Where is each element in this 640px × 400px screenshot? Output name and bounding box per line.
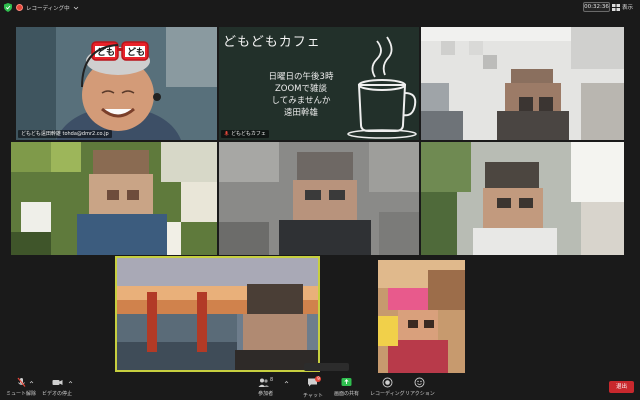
audio-options-caret-icon[interactable] xyxy=(29,380,34,385)
participants-label: 参加者 xyxy=(258,391,274,397)
shield-icon[interactable] xyxy=(4,3,12,12)
host-video-frame xyxy=(16,27,217,140)
blurred-video xyxy=(11,142,217,255)
video-camera-icon xyxy=(52,380,62,385)
stop-video-label: ビデオの停止 xyxy=(42,391,73,397)
chalk-line: 日曜日の午後3時 xyxy=(268,72,334,82)
blurred-video xyxy=(219,142,419,255)
chalkboard-text: 日曜日の午後3時 ZOOMで雑談 してみませんか 遠田幹雄 xyxy=(245,71,357,119)
video-tile-participant-3[interactable] xyxy=(421,27,624,140)
record-icon xyxy=(382,377,393,388)
glasses-text-right: ども xyxy=(127,48,146,58)
video-tile-cafe-board[interactable]: どもどもカフェ 日曜日の午後3時 ZOOMで雑談 してみませんか 遠田幹雄 ども… xyxy=(219,27,419,140)
meeting-timer: 00:32:36 xyxy=(583,2,610,12)
chat-label: チャット xyxy=(303,393,323,399)
record-label: レコーディング xyxy=(370,391,405,397)
view-label: 表示 xyxy=(622,5,634,11)
recording-indicator[interactable]: レコーディング中 xyxy=(16,3,79,12)
video-options-caret-icon[interactable] xyxy=(68,380,73,385)
record-button[interactable]: レコーディング xyxy=(370,377,405,397)
gallery-page-handle[interactable] xyxy=(304,363,349,371)
participants-caret-icon[interactable] xyxy=(284,380,289,385)
blurred-video xyxy=(421,27,624,140)
leave-meeting-button[interactable]: 退出 xyxy=(609,381,634,393)
top-bar: レコーディング中 00:32:36 表示 xyxy=(0,0,640,15)
unmute-label: ミュート解除 xyxy=(6,391,37,397)
chat-button[interactable]: 9 チャット xyxy=(303,376,323,399)
participant-name-bar: どもどもカフェ xyxy=(221,130,269,138)
participants-count: 8 xyxy=(270,377,274,383)
video-tile-participant-8[interactable] xyxy=(378,260,465,373)
video-tile-participant-5[interactable] xyxy=(219,142,419,255)
video-tile-host[interactable]: ども ども どもども遠田幹雄 tohda@dmr2.co.jp xyxy=(16,27,217,140)
blurred-video xyxy=(378,260,465,373)
view-button[interactable]: 表示 xyxy=(612,2,633,12)
chevron-down-icon[interactable] xyxy=(73,5,79,11)
chalk-line: 遠田幹雄 xyxy=(283,108,318,118)
glasses-text-left: ども xyxy=(97,48,116,58)
record-dot-icon xyxy=(16,4,23,11)
participants-button[interactable]: 8 参加者 xyxy=(258,377,273,397)
video-tile-participant-4[interactable] xyxy=(11,142,217,255)
grid-view-icon xyxy=(612,3,620,11)
participant-name: どもどもカフェ xyxy=(231,131,266,137)
blurred-video xyxy=(421,142,624,255)
share-screen-button[interactable]: 画面の共有 xyxy=(334,377,359,397)
participants-icon xyxy=(258,378,269,387)
recording-label: レコーディング中 xyxy=(26,5,70,12)
chalkboard-title: どもどもカフェ xyxy=(223,35,321,50)
video-tile-active-speaker[interactable] xyxy=(115,256,320,372)
share-screen-icon xyxy=(341,378,352,386)
smiley-icon xyxy=(414,377,425,388)
video-tile-participant-6[interactable] xyxy=(421,142,624,255)
mic-muted-icon xyxy=(224,131,229,136)
participant-name: どもども遠田幹雄 tohda@dmr2.co.jp xyxy=(21,131,109,137)
blurred-video xyxy=(117,258,318,370)
chalk-line: してみませんか xyxy=(271,96,331,106)
reactions-button[interactable]: リアクション xyxy=(405,377,435,397)
share-screen-label: 画面の共有 xyxy=(334,391,360,397)
chalk-line: ZOOMで雑談 xyxy=(274,84,328,94)
participant-name-bar: どもども遠田幹雄 tohda@dmr2.co.jp xyxy=(18,130,112,138)
meeting-toolbar: ミュート解除 ビデオの停止 8 参加者 9 チャット 画面の共有 レコーディング… xyxy=(0,376,640,400)
chat-unread-badge: 9 xyxy=(315,376,322,382)
zoom-meeting-window: レコーディング中 00:32:36 表示 ども ども どもども遠田幹雄 tohd… xyxy=(0,0,640,400)
mic-muted-icon xyxy=(17,377,25,387)
reactions-label: リアクション xyxy=(405,391,435,397)
